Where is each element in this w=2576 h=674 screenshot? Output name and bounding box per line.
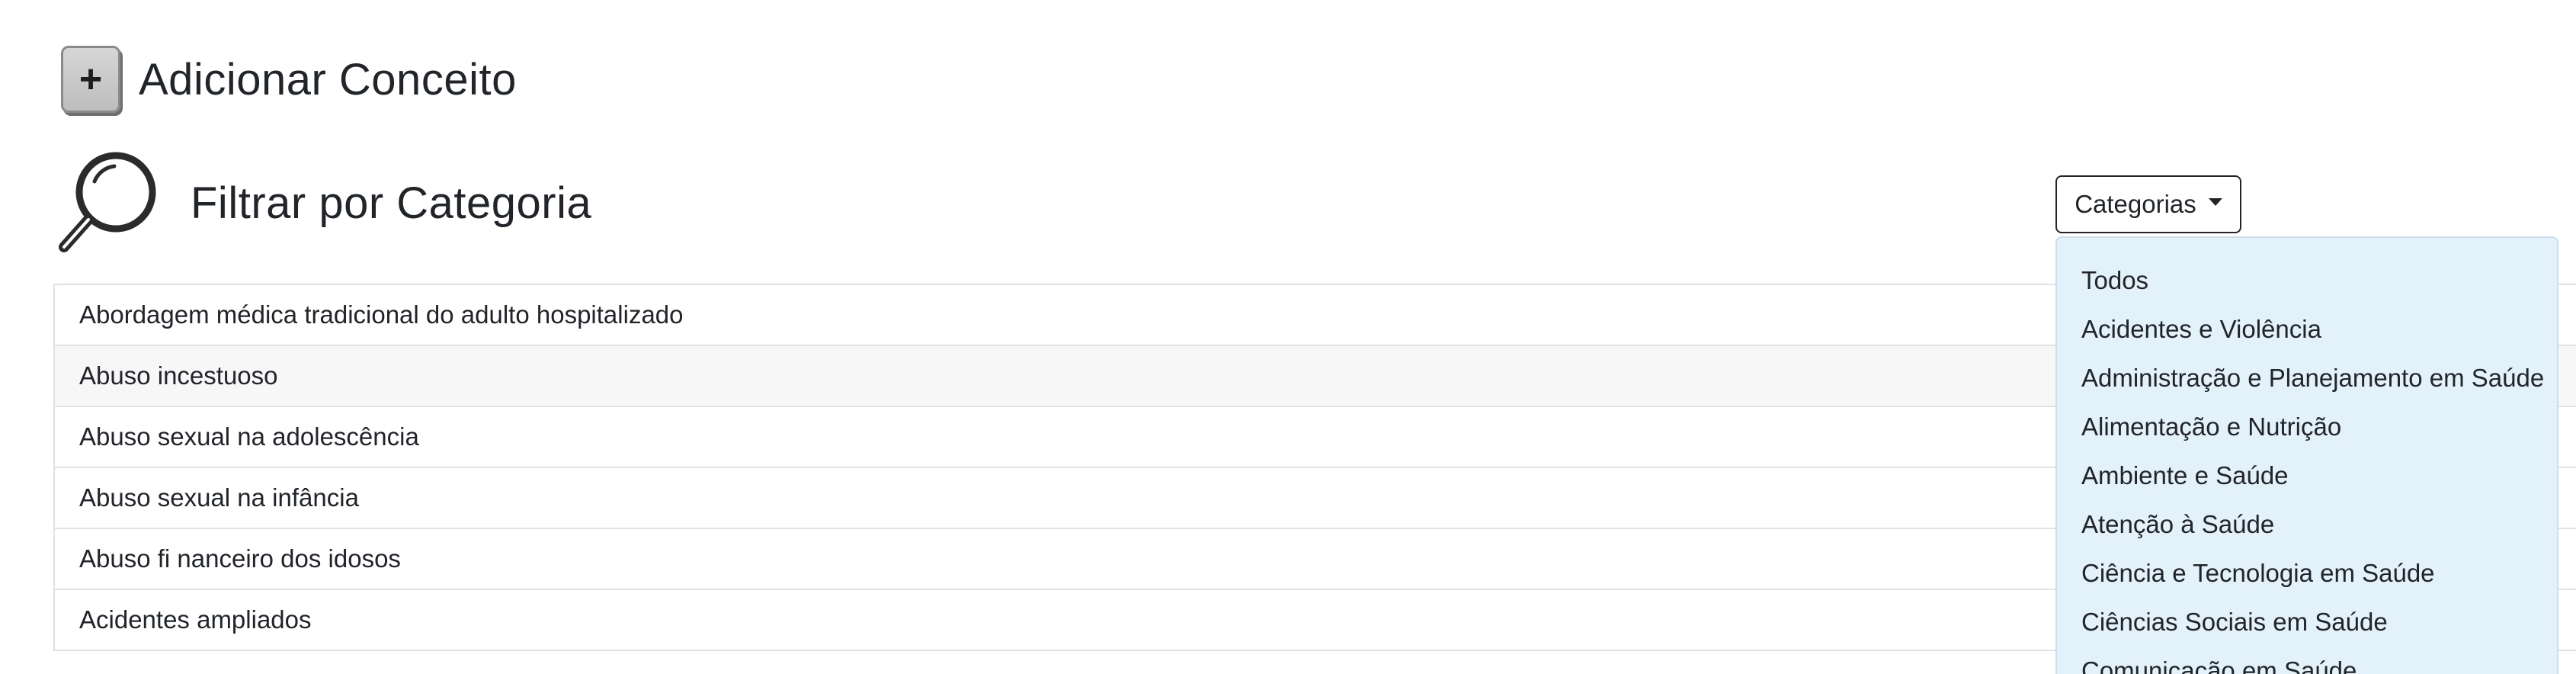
magnifier-icon	[59, 152, 156, 252]
page: + Adicionar Conceito Filtrar por Categor…	[0, 0, 2576, 674]
dropdown-item-todos[interactable]: Todos	[2057, 256, 2557, 305]
plus-icon: +	[78, 57, 103, 101]
add-concept-title: Adicionar Conceito	[139, 54, 517, 104]
categories-dropdown-button[interactable]: Categorias	[2055, 175, 2241, 233]
add-concept-row: + Adicionar Conceito	[61, 46, 517, 113]
categories-dropdown-label: Categorias	[2075, 190, 2196, 218]
categories-dropdown-menu: Todos Acidentes e Violência Administraçã…	[2055, 236, 2558, 674]
filter-title: Filtrar por Categoria	[191, 178, 592, 228]
dropdown-item-comunicacao[interactable]: Comunicação em Saúde	[2057, 647, 2557, 674]
caret-down-icon	[2208, 198, 2222, 206]
dropdown-item-ciencia-tecnologia[interactable]: Ciência e Tecnologia em Saúde	[2057, 549, 2557, 598]
dropdown-item-alimentacao[interactable]: Alimentação e Nutrição	[2057, 403, 2557, 451]
dropdown-item-administracao[interactable]: Administração e Planejamento em Saúde	[2057, 354, 2557, 403]
filter-header: Filtrar por Categoria	[55, 149, 591, 256]
dropdown-item-ciencias-sociais[interactable]: Ciências Sociais em Saúde	[2057, 598, 2557, 647]
dropdown-item-atencao[interactable]: Atenção à Saúde	[2057, 500, 2557, 549]
dropdown-item-ambiente[interactable]: Ambiente e Saúde	[2057, 451, 2557, 500]
add-concept-button[interactable]: +	[61, 46, 120, 113]
dropdown-item-acidentes[interactable]: Acidentes e Violência	[2057, 305, 2557, 354]
